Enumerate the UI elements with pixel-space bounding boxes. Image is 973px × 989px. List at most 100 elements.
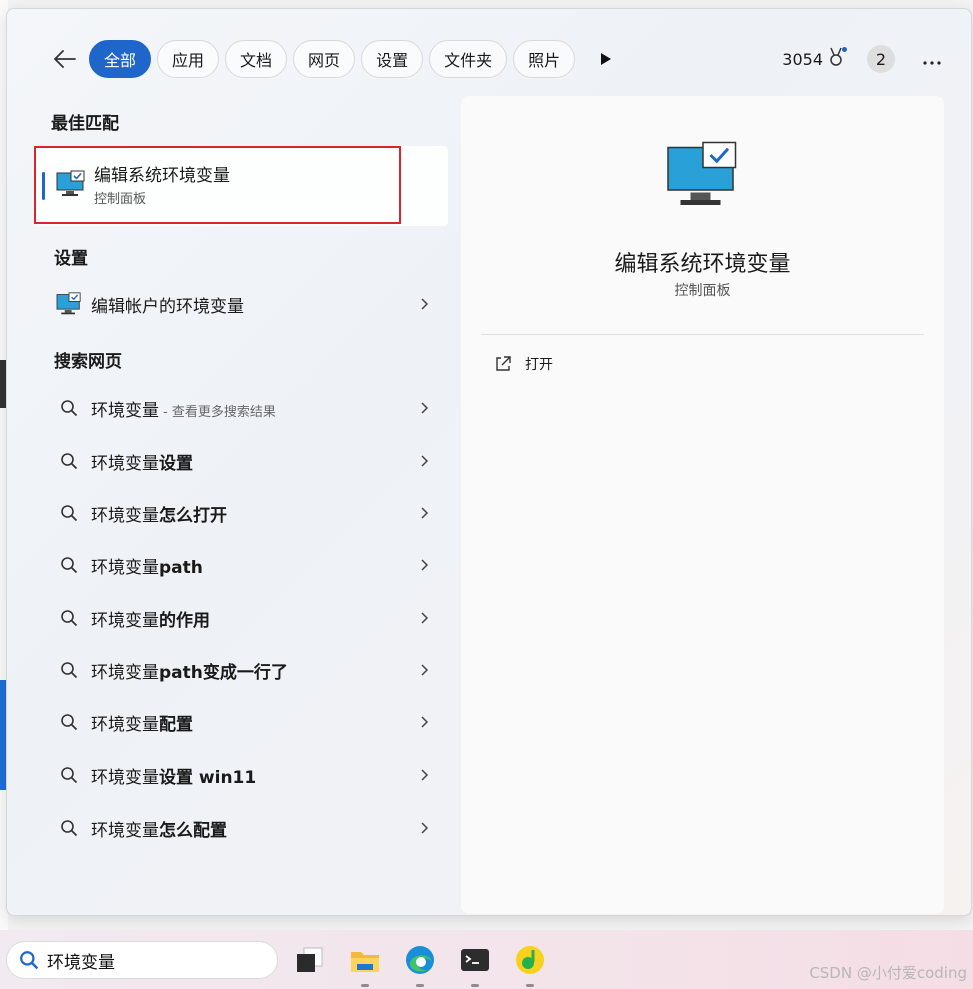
- chevron-right-icon: [415, 455, 435, 467]
- search-input[interactable]: [47, 950, 247, 970]
- web-result-query: 环境变量: [91, 453, 159, 474]
- monitor-check-icon: [47, 292, 91, 316]
- web-result[interactable]: 环境变量设置: [47, 437, 435, 485]
- chevron-right-icon: [415, 769, 435, 781]
- tab-photos[interactable]: 照片: [513, 40, 576, 78]
- search-icon: [47, 399, 91, 417]
- web-result[interactable]: 环境变量的作用: [47, 594, 435, 642]
- rewards-points[interactable]: 3054: [782, 47, 847, 71]
- tab-folders[interactable]: 文件夹: [429, 40, 508, 78]
- preview-pane: 编辑系统环境变量 控制面板 打开: [461, 96, 944, 914]
- taskbar: CSDN @小付爱coding: [0, 930, 973, 989]
- web-result-label: 环境变量path变成一行了: [91, 658, 415, 683]
- header-right: 3054 2: [782, 41, 941, 77]
- music-app-icon: [516, 946, 544, 974]
- terminal-icon: [461, 949, 489, 971]
- web-result-query: 环境变量: [91, 714, 159, 735]
- search-icon: [47, 556, 91, 574]
- web-result-label: 环境变量配置: [91, 710, 415, 735]
- back-button[interactable]: [47, 41, 83, 77]
- web-result[interactable]: 环境变量 - 查看更多搜索结果: [47, 384, 435, 432]
- best-match-result[interactable]: 编辑系统环境变量 控制面板: [34, 146, 448, 226]
- web-result-suggestion: 设置 win11: [159, 767, 257, 788]
- rewards-points-value: 3054: [782, 49, 823, 69]
- edge-browser-button[interactable]: [404, 944, 436, 987]
- tab-web[interactable]: 网页: [293, 40, 356, 78]
- web-result[interactable]: 环境变量怎么配置: [47, 804, 435, 852]
- chevron-right-icon: [415, 716, 435, 728]
- web-result-suggestion: path: [159, 557, 203, 578]
- search-icon: [47, 661, 91, 679]
- open-external-icon: [496, 356, 511, 371]
- more-options-button[interactable]: [923, 49, 941, 70]
- web-result-query: 环境变量: [91, 557, 159, 578]
- file-explorer-button[interactable]: [349, 944, 381, 987]
- search-icon: [20, 951, 39, 970]
- music-app-button[interactable]: [514, 944, 546, 987]
- taskbar-search[interactable]: [6, 941, 278, 979]
- watermark: CSDN @小付爱coding: [809, 964, 967, 982]
- web-result[interactable]: 环境变量怎么打开: [47, 489, 435, 537]
- chevron-right-icon: [415, 612, 435, 624]
- web-result-suggestion: path变成一行了: [159, 662, 288, 683]
- open-action[interactable]: 打开: [495, 354, 553, 374]
- preview-title: 编辑系统环境变量: [614, 252, 791, 277]
- arrow-left-icon: [54, 50, 76, 68]
- ellipsis-icon: [923, 60, 941, 65]
- web-result[interactable]: 环境变量配置: [47, 698, 435, 746]
- chevron-right-icon: [415, 664, 435, 676]
- web-result-label: 环境变量 - 查看更多搜索结果: [91, 396, 415, 421]
- search-icon: [47, 713, 91, 731]
- web-result-label: 环境变量怎么配置: [91, 816, 415, 841]
- start-search-panel: 全部 应用 文档 网页 设置 文件夹 照片 3054 2 最佳匹配 编辑系统环境…: [6, 8, 972, 916]
- task-view-button[interactable]: [294, 944, 326, 976]
- web-result[interactable]: 环境变量path: [47, 541, 435, 589]
- web-result[interactable]: 环境变量path变成一行了: [47, 646, 435, 694]
- chevron-right-icon: [415, 507, 435, 519]
- tab-all[interactable]: 全部: [89, 40, 152, 78]
- web-result-suggestion: 设置: [159, 453, 193, 474]
- divider: [481, 334, 924, 335]
- filter-bar: 全部 应用 文档 网页 设置 文件夹 照片: [47, 39, 623, 79]
- web-result-suggestion: 的作用: [159, 610, 210, 631]
- web-result-label: 环境变量的作用: [91, 606, 415, 631]
- terminal-button[interactable]: [459, 944, 491, 987]
- folder-icon: [351, 952, 379, 972]
- chevron-right-icon: [415, 822, 435, 834]
- more-filters-button[interactable]: [589, 42, 623, 76]
- notification-badge[interactable]: 2: [867, 45, 895, 73]
- search-icon: [47, 609, 91, 627]
- play-icon: [601, 53, 612, 65]
- chevron-right-icon: [415, 402, 435, 414]
- best-match-heading: 最佳匹配: [51, 114, 119, 134]
- task-view-icon: [297, 947, 323, 972]
- best-match-title: 编辑系统环境变量: [94, 166, 230, 186]
- monitor-check-icon: [56, 170, 86, 202]
- tab-documents[interactable]: 文档: [225, 40, 288, 78]
- web-result-label: 环境变量设置: [91, 449, 415, 474]
- settings-heading: 设置: [54, 249, 88, 269]
- chevron-right-icon: [415, 559, 435, 571]
- tab-apps[interactable]: 应用: [157, 40, 220, 78]
- web-search-heading: 搜索网页: [54, 352, 122, 372]
- search-icon: [47, 766, 91, 784]
- web-result-suggestion: 配置: [159, 714, 193, 735]
- settings-result[interactable]: 编辑帐户的环境变量: [47, 280, 435, 328]
- web-result-query: 环境变量: [91, 400, 159, 421]
- web-result-query: 环境变量: [91, 820, 159, 841]
- web-result-query: 环境变量: [91, 610, 159, 631]
- tab-settings[interactable]: 设置: [361, 40, 424, 78]
- web-result-query: 环境变量: [91, 662, 159, 683]
- search-icon: [47, 819, 91, 837]
- search-icon: [47, 504, 91, 522]
- settings-result-label: 编辑帐户的环境变量: [91, 296, 244, 317]
- search-icon: [47, 452, 91, 470]
- web-result-label: 环境变量path: [91, 553, 415, 578]
- medal-icon: [827, 47, 847, 71]
- chevron-right-icon: [415, 298, 435, 310]
- best-match-subtitle: 控制面板: [94, 192, 147, 207]
- web-result-label: 环境变量设置 win11: [91, 763, 415, 788]
- web-result[interactable]: 环境变量设置 win11: [47, 751, 435, 799]
- preview-subtitle: 控制面板: [674, 283, 731, 299]
- web-result-suggestion: 怎么打开: [159, 505, 227, 526]
